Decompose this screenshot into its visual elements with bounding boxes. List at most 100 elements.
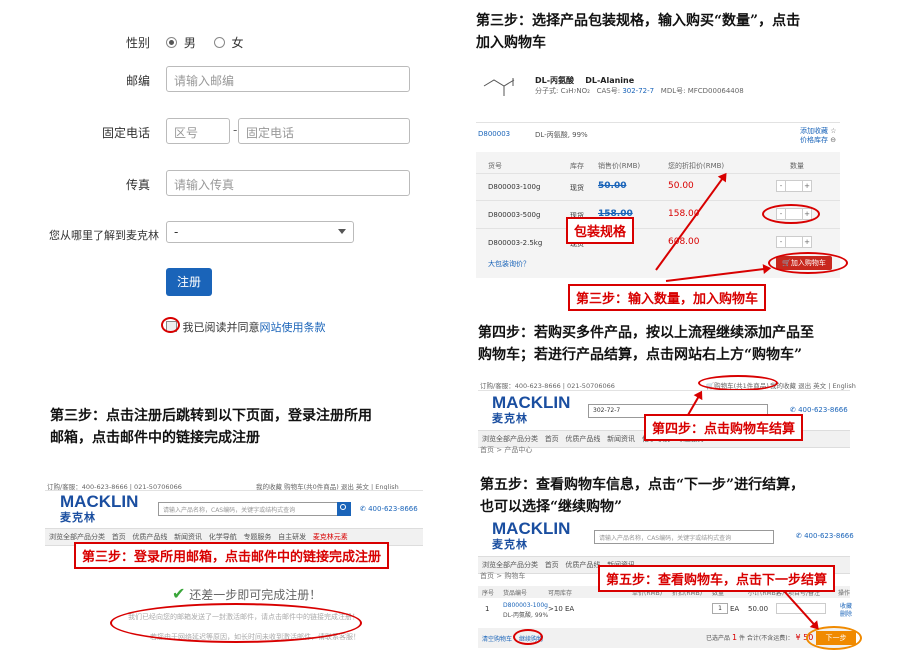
gender-options: 男 女 bbox=[166, 34, 244, 51]
nav-news[interactable]: 新闻资讯 bbox=[607, 435, 635, 443]
step4-title-line2: 购物车；若进行产品结算，点击网站右上方“购物车” bbox=[478, 347, 803, 363]
postcode-input[interactable]: 请输入邮编 bbox=[166, 66, 410, 92]
register-button[interactable]: 注册 bbox=[166, 268, 212, 296]
col-ops: 操作 bbox=[838, 590, 851, 597]
nav-all-categories[interactable]: 浏览全部产品分类 bbox=[482, 435, 538, 443]
terms-link[interactable]: 网站使用条款 bbox=[260, 321, 326, 334]
nav-products[interactable]: 优质产品线 bbox=[132, 533, 167, 541]
hotline-number: 400-623-8666 bbox=[368, 505, 418, 513]
col-qty: 数量 bbox=[790, 162, 804, 170]
step3-register-callout: 第三步：登录所用邮箱，点击邮件中的链接完成注册 bbox=[74, 542, 390, 569]
fax-label: 传真 bbox=[125, 178, 150, 192]
search-input[interactable]: 请输入产品名称，CAS编码，关键字或结构式查询 bbox=[594, 530, 774, 544]
logo-text: MACKLIN bbox=[60, 492, 139, 511]
phone-input[interactable]: 固定电话 bbox=[238, 118, 410, 144]
row-code: D800003-500g bbox=[488, 211, 541, 219]
step3-cart-title: 第三步：选择产品包装规格，输入购买“数量”，点击 加入购物车 bbox=[476, 10, 800, 54]
row-code: D800003-100g bbox=[488, 183, 541, 191]
gender-female-label: 女 bbox=[231, 36, 244, 50]
product-title: DL-丙氨酸 DL-Alanine bbox=[535, 75, 634, 86]
clear-cart-link[interactable]: 清空购物车 bbox=[482, 634, 512, 643]
step4-title: 第四步：若购买多件产品，按以上流程继续添加产品至 购物车；若进行产品结算，点击网… bbox=[478, 322, 814, 366]
bulk-link[interactable]: 大包装询价？ bbox=[488, 259, 530, 269]
nav-rd[interactable]: 自主研发 bbox=[278, 533, 306, 541]
hotline: ✆ 400-623-8666 bbox=[796, 532, 854, 540]
col-index: 序号 bbox=[482, 590, 495, 597]
topbar-divider bbox=[478, 390, 850, 391]
search-button[interactable] bbox=[337, 502, 351, 516]
row-qty-input[interactable]: 1 bbox=[712, 603, 728, 614]
search-icon bbox=[340, 504, 346, 510]
row-subtotal: 50.00 bbox=[748, 605, 769, 613]
cas-label: CAS号: bbox=[596, 87, 621, 95]
gender-female-radio[interactable] bbox=[213, 37, 225, 48]
row-divider bbox=[476, 228, 840, 229]
gender-label: 性别 bbox=[125, 36, 150, 50]
nav-service[interactable]: 专题服务 bbox=[243, 533, 271, 541]
topbar-right: 我的收藏 退出 英文 | English bbox=[770, 382, 856, 390]
qty-callout: 第三步：输入数量，加入购物车 bbox=[568, 284, 767, 311]
step3-cart-title-line2: 加入购物车 bbox=[476, 35, 546, 51]
col-discount: 您的折扣价(RMB) bbox=[668, 162, 725, 170]
macklin-logo: MACKLIN 麦克林 bbox=[492, 394, 570, 427]
nav-home[interactable]: 首页 bbox=[112, 533, 126, 541]
qty-stepper[interactable]: - + bbox=[776, 180, 812, 192]
row-divider bbox=[476, 200, 840, 201]
col-stock: 库存 bbox=[570, 162, 584, 170]
summary-mid: 件 合计(不含运费)： bbox=[738, 635, 794, 642]
qty-stepper[interactable]: - + bbox=[776, 236, 812, 248]
nav-home[interactable]: 首页 bbox=[545, 435, 559, 443]
col-code: 货号 bbox=[488, 162, 502, 170]
search-input[interactable]: 请输入产品名称，CAS编码，关键字或结构式查询 bbox=[158, 502, 338, 516]
source-label: 您从哪里了解到麦克林 bbox=[49, 229, 159, 242]
step3-cart-title-line1: 第三步：选择产品包装规格，输入购买“数量”，点击 bbox=[476, 13, 801, 29]
row-code-link[interactable]: D800003-100g bbox=[503, 602, 548, 609]
step3-register-title-line2: 邮箱，点击邮件中的链接完成注册 bbox=[50, 430, 260, 446]
nav-products[interactable]: 优质产品线 bbox=[565, 435, 600, 443]
add-cart-highlight bbox=[768, 252, 848, 274]
row-stock: >10 EA bbox=[548, 605, 575, 613]
check-icon: ✔ bbox=[172, 584, 186, 603]
cas-link[interactable]: 302-72-7 bbox=[622, 87, 654, 95]
phone-separator: - bbox=[233, 123, 238, 137]
col-price: 销售价(RMB) bbox=[598, 162, 641, 170]
notice-highlight bbox=[110, 603, 362, 643]
product-meta: 分子式: C₃H₇NO₂ CAS号: 302-72-7 MDL号: MFCD00… bbox=[535, 86, 744, 96]
gender-male-radio[interactable] bbox=[166, 37, 177, 48]
star-icon: ☆ bbox=[830, 127, 837, 135]
nav-products[interactable]: 优质产品线 bbox=[565, 561, 600, 569]
continue-highlight bbox=[513, 629, 543, 645]
product-code-link[interactable]: D800003 bbox=[478, 130, 510, 138]
product-name-cn: DL-丙氨酸 bbox=[535, 76, 575, 85]
agree-row: 我已阅读并同意网站使用条款 bbox=[166, 319, 326, 335]
breadcrumb: 首页 > 购物车 bbox=[480, 572, 526, 580]
nav-all-categories[interactable]: 浏览全部产品分类 bbox=[482, 561, 538, 569]
hotline-number: 400-623-8666 bbox=[804, 532, 854, 540]
postcode-label: 邮编 bbox=[125, 74, 150, 88]
fax-input[interactable]: 请输入传真 bbox=[166, 170, 410, 196]
step4-callout: 第四步：点击购物车结算 bbox=[644, 414, 804, 441]
row-delete-link[interactable]: 删除 bbox=[840, 609, 852, 618]
source-select-value: - bbox=[174, 225, 179, 239]
stock-link[interactable]: 价格库存 ⊖ bbox=[800, 135, 836, 145]
product-desc: DL-丙氨酸, 99% bbox=[535, 131, 588, 139]
macklin-logo: MACKLIN 麦克林 bbox=[492, 520, 570, 553]
nav-element[interactable]: 麦克林元素 bbox=[313, 533, 348, 541]
nav-home[interactable]: 首页 bbox=[545, 561, 559, 569]
molecule-structure bbox=[483, 78, 515, 96]
breadcrumb: 首页 > 产品中心 bbox=[480, 446, 533, 454]
summary-count: 1 bbox=[731, 633, 738, 642]
product-divider bbox=[476, 122, 840, 123]
row-desc: DL-丙氨酸, 99% bbox=[503, 612, 549, 619]
source-select[interactable]: - bbox=[166, 221, 354, 243]
nav-all-categories[interactable]: 浏览全部产品分类 bbox=[49, 533, 105, 541]
nav-chem[interactable]: 化学导航 bbox=[209, 533, 237, 541]
hotline: ✆ 400-623-8666 bbox=[790, 406, 848, 414]
area-code-input[interactable]: 区号 bbox=[166, 118, 230, 144]
step5-title: 第五步：查看购物车信息，点击“下一步”进行结算， 也可以选择“继续购物” bbox=[480, 474, 804, 518]
stock-link-text: 价格库存 bbox=[800, 136, 828, 144]
nav-news[interactable]: 新闻资讯 bbox=[174, 533, 202, 541]
macklin-logo: MACKLIN 麦克林 bbox=[60, 492, 139, 526]
cart-summary: 已选产品 1 件 合计(不含运费)： ¥ 50 bbox=[706, 633, 813, 642]
agree-text: 我已阅读并同意 bbox=[182, 321, 260, 334]
